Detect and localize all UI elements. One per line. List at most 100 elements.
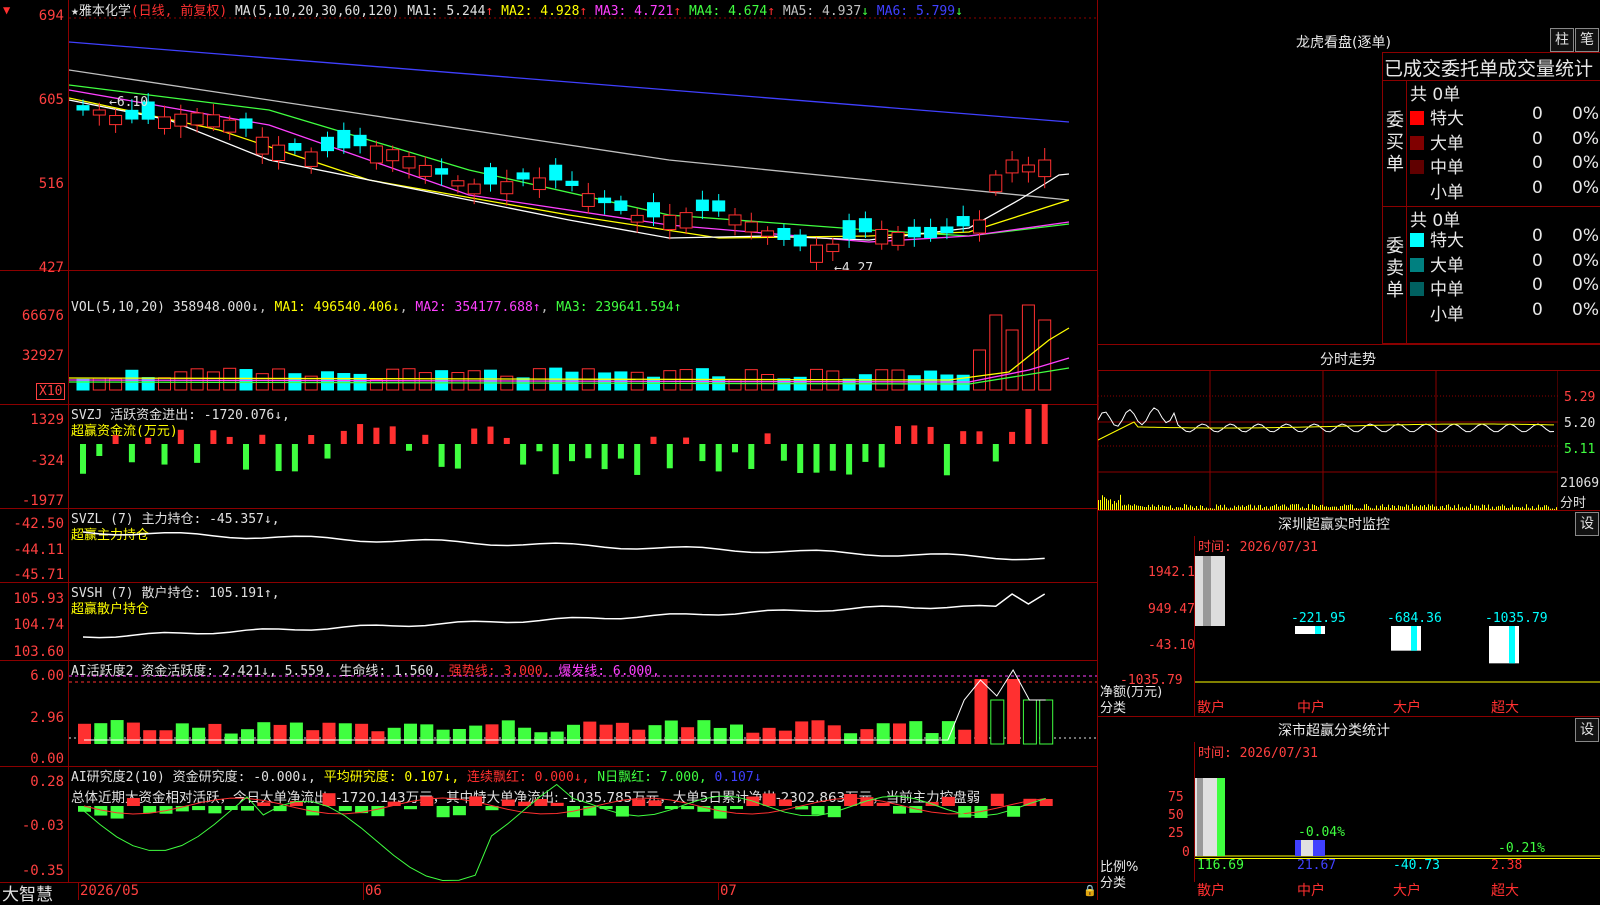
candle [92, 109, 106, 116]
sz-class-title: 深市超赢分类统计 [1278, 723, 1390, 739]
order-count: 0 [1532, 226, 1543, 246]
fund-flow-bar [960, 431, 967, 444]
candle [940, 226, 954, 234]
date-2: 06 [365, 883, 382, 899]
activity-bar [485, 724, 499, 744]
candle [581, 193, 595, 207]
sz-bar-label: 1942.1 [1195, 556, 1242, 558]
buy-row: 特大 0 0% [1382, 104, 1600, 129]
vol-unit: X10 [36, 383, 66, 400]
szc-category-value: 116.69 [1197, 858, 1244, 873]
svzl-chart[interactable] [69, 508, 1097, 582]
volume-bar [484, 369, 497, 391]
candle [810, 244, 823, 263]
activity-bar [289, 722, 303, 744]
air-axis-2: -0.03 [21, 818, 64, 834]
sz-axis-1: 1942.1 [1148, 565, 1195, 580]
ai-research-chart[interactable] [69, 766, 1097, 882]
fund-flow-bar [764, 433, 771, 444]
candle [549, 164, 563, 181]
fund-flow-bar [389, 426, 396, 444]
activity-bar [371, 731, 385, 744]
volume-bar [842, 378, 856, 391]
candle [206, 114, 220, 128]
chart-area[interactable]: ★雅本化学(日线, 前复权) MA(5,10,20,30,60,120) MA1… [0, 0, 1098, 905]
date-1: 2026/05 [80, 883, 140, 899]
candle [614, 200, 628, 211]
candle [630, 214, 644, 223]
activity-bar [208, 723, 222, 744]
intraday-volume-bar [1114, 500, 1115, 510]
activity-bar [746, 732, 760, 744]
szc-axis-2: 50 [1168, 808, 1184, 823]
activity-bar [452, 728, 466, 744]
tick-mode-button[interactable]: 笔 [1575, 28, 1599, 52]
fund-flow-bar [243, 444, 249, 470]
svsh-chart[interactable] [69, 582, 1097, 660]
research-bar [762, 793, 776, 806]
volume-bar [190, 368, 204, 391]
sz-class-time: 时间: 2026/07/31 [1198, 746, 1318, 761]
svsh-axis-1: 105.93 [13, 591, 64, 607]
activity-bar [990, 699, 1005, 745]
activity-bar [338, 723, 352, 744]
sz-monitor-bar: -221.95 [1291, 611, 1346, 634]
order-size-label: 小单 [1430, 304, 1464, 325]
menu-marker-icon[interactable]: ▼ [3, 3, 10, 17]
candle [484, 167, 497, 185]
sell-row: 大单 0 0% [1382, 251, 1600, 276]
fund-flow-bar [128, 444, 135, 463]
sz-monitor-title: 深圳超赢实时监控 [1278, 517, 1390, 533]
sz-cat-label: 分类 [1100, 701, 1127, 716]
fund-flow-bar [259, 434, 266, 444]
intraday-volume-bar [1104, 497, 1105, 510]
ai-active-chart[interactable] [69, 660, 1097, 766]
candle [239, 118, 253, 129]
szc-axis-4: 0 [1182, 845, 1190, 860]
order-pct: 0% [1572, 250, 1599, 271]
candle [435, 168, 449, 175]
activity-bar [175, 723, 189, 744]
fund-flow-bar [862, 444, 869, 462]
research-bar [192, 806, 206, 811]
air-axis-1: 0.28 [30, 774, 64, 790]
research-bar [681, 806, 695, 810]
candle [418, 164, 432, 177]
volume-chart[interactable] [69, 300, 1097, 404]
sz-monitor-settings-button[interactable]: 设 [1575, 512, 1599, 536]
intraday-axis-2: 5.20 [1564, 416, 1596, 431]
ma3-line [69, 89, 1070, 243]
date-3: 07 [720, 883, 737, 899]
sell-row: 中单 0 0% [1382, 275, 1600, 300]
buy-total: 共 0单 [1410, 85, 1461, 105]
bar-mode-button[interactable]: 柱 [1550, 28, 1574, 52]
low-mark: ←4.27 [834, 261, 873, 270]
candle [777, 227, 791, 240]
activity-bar [958, 729, 972, 744]
volume-bar [337, 373, 351, 391]
sz-monitor-chart[interactable]: 1942.1 -221.95 -684.36 -1035.79 [1195, 556, 1600, 686]
activity-bar [681, 727, 695, 744]
ai-axis-1: 6.00 [30, 668, 64, 684]
lock-icon[interactable]: 🔒 [1083, 884, 1097, 897]
price-chart[interactable]: ←6.10 ←4.27 [69, 0, 1097, 270]
research-bar [713, 806, 727, 819]
svzl-axis-3: -45.71 [13, 567, 64, 583]
fund-flow-bar [666, 444, 673, 469]
research-bar [436, 806, 450, 818]
sz-class-settings-button[interactable]: 设 [1575, 718, 1599, 742]
fund-flow-bar [80, 444, 86, 474]
research-bar [893, 806, 906, 814]
svzj-chart[interactable] [69, 404, 1097, 508]
candle [500, 181, 514, 195]
fund-flow-bar [112, 435, 119, 444]
candle [924, 226, 938, 239]
dragon-header: 已成交委托单成交量统计 [1384, 58, 1594, 80]
sz-monitor-time: 时间: 2026/07/31 [1198, 540, 1318, 555]
volume-bar [973, 349, 986, 391]
activity-bar [94, 723, 108, 744]
research-bar [143, 806, 157, 813]
intraday-chart[interactable] [1098, 370, 1558, 510]
fund-flow-bar [373, 427, 380, 444]
order-size-label: 小单 [1430, 182, 1464, 203]
